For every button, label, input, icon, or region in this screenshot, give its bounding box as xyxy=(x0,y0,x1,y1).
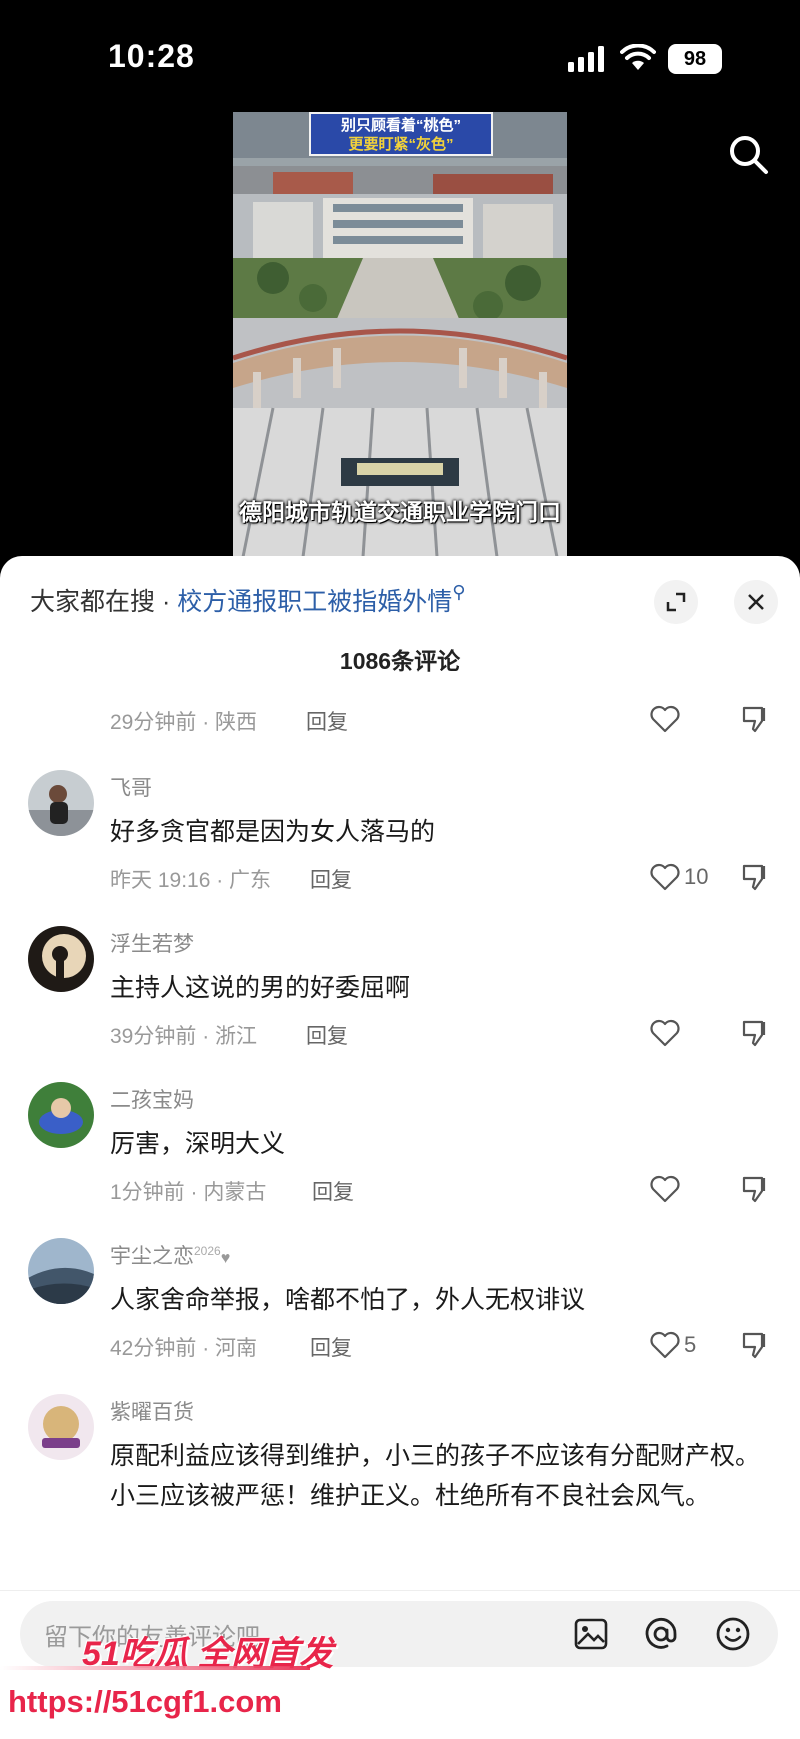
avatar[interactable] xyxy=(28,926,94,992)
video-banner: 别只顾看着“桃色” 更要盯紧“灰色” xyxy=(309,112,493,156)
video-player[interactable]: 别只顾看着“桃色” 更要盯紧“灰色” 德阳城市轨道交通职业学院门口 xyxy=(233,112,567,557)
avatar[interactable] xyxy=(28,1394,94,1460)
video-banner-line2: 更要盯紧“灰色” xyxy=(348,136,454,153)
battery-indicator: 98 xyxy=(668,44,722,74)
small-search-icon: ⚲ xyxy=(452,582,466,602)
dislike-icon[interactable] xyxy=(740,704,770,734)
status-bar: 10:28 98 xyxy=(0,0,800,120)
comment-text: 人家舍命举报，啥都不怕了，外人无权诽议 xyxy=(110,1286,586,1314)
dislike-icon[interactable] xyxy=(740,1330,770,1360)
like-button[interactable] xyxy=(650,704,680,734)
heart-icon xyxy=(650,1331,680,1359)
comment-meta: 42分钟前 · 河南 回复 5 xyxy=(110,1330,790,1360)
comment-meta: 1分钟前 · 内蒙古 回复 xyxy=(110,1174,790,1204)
comment-username[interactable]: 紫曜百货 xyxy=(110,1396,194,1426)
watermark-url: https://51cgf1.com xyxy=(8,1684,282,1719)
like-button[interactable] xyxy=(650,1018,680,1048)
comment-meta: 39分钟前 · 浙江 回复 xyxy=(110,1018,790,1048)
heart-badge-icon: ♥ xyxy=(220,1250,231,1267)
reply-button[interactable]: 回复 xyxy=(306,706,348,736)
cellular-signal-icon xyxy=(568,46,604,72)
heart-icon xyxy=(650,1175,680,1203)
close-icon[interactable] xyxy=(734,580,778,624)
username-text: 宇尘之恋 xyxy=(110,1245,194,1268)
heart-icon xyxy=(650,863,680,891)
video-caption: 德阳城市轨道交通职业学院门口 xyxy=(239,499,561,526)
comment-meta: 昨天 19:16 · 广东 回复 10 xyxy=(110,862,790,892)
comment-text: 厉害，深明大义 xyxy=(110,1130,286,1158)
comment-text: 好多贪官都是因为女人落马的 xyxy=(110,818,436,846)
avatar[interactable] xyxy=(28,1238,94,1304)
hot-search-prefix: 大家都在搜 · xyxy=(30,588,178,616)
comment-time-location: 39分钟前 · 浙江 xyxy=(110,1025,258,1048)
reply-button[interactable]: 回复 xyxy=(306,1020,348,1050)
comment-username[interactable]: 宇尘之恋2026♥ xyxy=(110,1240,230,1270)
reply-button[interactable]: 回复 xyxy=(310,1332,352,1362)
status-time: 10:28 xyxy=(108,38,195,74)
reply-button[interactable]: 回复 xyxy=(310,864,352,894)
like-count: 5 xyxy=(684,1332,697,1357)
watermark-divider xyxy=(0,1666,310,1670)
video-banner-line1: 别只顾看着“桃色” xyxy=(340,117,461,134)
avatar[interactable] xyxy=(28,1082,94,1148)
like-count: 10 xyxy=(684,864,709,889)
comment-username[interactable]: 浮生若梦 xyxy=(110,928,194,958)
heart-icon xyxy=(650,705,680,733)
hot-search-link[interactable]: 大家都在搜 · 校方通报职工被指婚外情⚲ xyxy=(30,582,465,618)
like-button[interactable]: 5 xyxy=(650,1330,696,1360)
comment-list[interactable]: 29分钟前 · 陕西 回复 飞哥 好多贪官都是因为女人落马的 昨天 19:16 … xyxy=(0,684,800,1604)
comment-time-location: 42分钟前 · 河南 xyxy=(110,1337,258,1360)
dislike-icon[interactable] xyxy=(740,1174,770,1204)
comment-text: 主持人这说的男的好委屈啊 xyxy=(110,974,411,1002)
comment-username[interactable]: 飞哥 xyxy=(110,772,152,802)
user-badge: 2026 xyxy=(194,1244,221,1258)
expand-icon[interactable] xyxy=(654,580,698,624)
dislike-icon[interactable] xyxy=(740,1018,770,1048)
hot-search-term[interactable]: 校方通报职工被指婚外情 xyxy=(177,588,452,616)
reply-button[interactable]: 回复 xyxy=(312,1176,354,1206)
wifi-icon xyxy=(620,44,656,70)
comment-text: 原配利益应该得到维护，小三的孩子不应该有分配财产权。小三应该被严惩！维护正义。杜… xyxy=(110,1442,761,1510)
like-button[interactable]: 10 xyxy=(650,862,708,892)
comment-username[interactable]: 二孩宝妈 xyxy=(110,1084,194,1114)
search-icon[interactable] xyxy=(726,132,770,176)
dislike-icon[interactable] xyxy=(740,862,770,892)
like-button[interactable] xyxy=(650,1174,680,1204)
comment-time-location: 1分钟前 · 内蒙古 xyxy=(110,1181,267,1204)
comment-time-location: 昨天 19:16 · 广东 xyxy=(110,869,272,892)
comment-count: 1086条评论 xyxy=(339,648,461,674)
partial-comment-meta: 29分钟前 · 陕西 回复 xyxy=(110,704,790,734)
watermark-overlay: 51吃瓜 全网首发 https://51cgf1.com xyxy=(0,1626,800,1739)
comment-time-location: 29分钟前 · 陕西 xyxy=(110,711,258,734)
comment-sheet: 大家都在搜 · 校方通报职工被指婚外情⚲ 1086条评论 29分钟前 · 陕西 … xyxy=(0,556,800,1739)
heart-icon xyxy=(650,1019,680,1047)
avatar[interactable] xyxy=(28,770,94,836)
